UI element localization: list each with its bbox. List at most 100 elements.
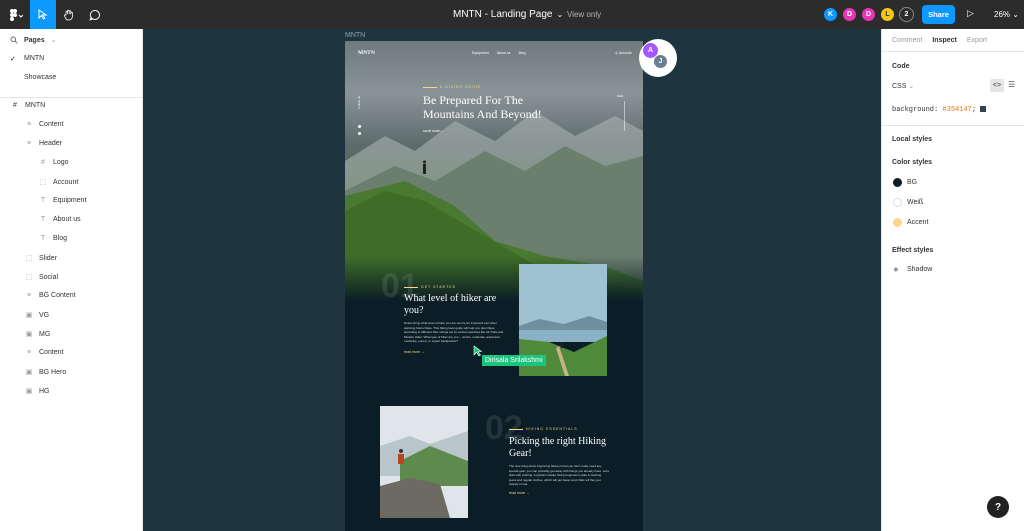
nav-link-blog: Blog [518,51,526,55]
dashed-frame-icon: ⬚ [39,179,47,186]
nav-link-equipment: Equipment [472,51,489,55]
color-style-name[interactable]: BG [907,179,917,186]
zoom-value: 26% [994,10,1011,19]
chevron-down-icon: ⌄ [908,83,915,90]
layer-item[interactable]: T Equipment [38,197,87,204]
layer-label: About us [53,216,81,223]
search-icon[interactable] [10,36,18,44]
code-value: #354147 [942,106,972,114]
layer-item[interactable]: # Logo [38,159,69,166]
comment-bubble-icon [89,9,100,21]
pages-header[interactable]: Pages ⌄ [10,36,57,44]
help-button[interactable]: ? [987,496,1009,518]
section-kicker-text: HIKING ESSENTIALS [526,427,578,431]
section-kicker-text: GET STARTED [421,285,457,289]
more-collaborators-badge[interactable]: 2 [899,7,914,22]
layer-label: Logo [53,159,69,166]
collaborator-avatar[interactable]: D [842,7,857,22]
panel-divider [882,51,1024,52]
layer-item[interactable]: ⬚ Slider [24,254,57,263]
tab-export[interactable]: Export [967,37,987,44]
accent-line [423,86,437,88]
share-button[interactable]: Share [922,5,955,24]
canvas-avatar-group[interactable]: A J [639,39,677,77]
file-title[interactable]: MNTN - Landing Page ⌄ [453,9,563,20]
color-style-name[interactable]: Weiß [907,199,923,206]
zoom-dropdown[interactable]: 26% ⌄ [994,10,1019,19]
collaborator-avatar[interactable]: L [880,7,895,22]
list-view-icon[interactable]: ☰ [1008,80,1015,89]
image-icon: ▣ [25,312,33,319]
dashed-frame-icon: ⬚ [25,255,33,262]
collaborator-avatar[interactable]: K [823,7,838,22]
layer-item[interactable]: T Blog [38,235,67,242]
move-tool-button[interactable] [30,0,56,29]
hero-section: MNTN Equipment About us Blog ◎ Account A… [345,41,643,301]
layer-frame-mntn[interactable]: # MNTN [10,102,45,109]
tab-comment[interactable]: Comment [892,37,922,44]
code-view-toggle-icon[interactable]: <> [990,79,1004,92]
site-logo: MNTN [358,50,375,56]
layer-item[interactable]: ≡ Content [24,349,64,356]
present-play-icon[interactable]: ▷ [967,8,974,19]
layer-label: Header [39,140,62,147]
landing-page-frame[interactable]: MNTN Equipment About us Blog ◎ Account A… [345,41,643,531]
layer-item[interactable]: ▣ BG Hero [24,368,67,377]
code-language-dropdown[interactable]: CSS ⌄ [892,82,914,90]
layer-item[interactable]: ≡ BG Content [24,292,76,299]
layer-label: MNTN [25,102,46,109]
file-title-text: MNTN - Landing Page [453,9,553,20]
image-icon: ▣ [25,331,33,338]
hand-tool-button[interactable] [56,0,82,29]
layer-item[interactable]: ⬚ Account [38,178,79,187]
color-swatch [893,218,902,227]
inspect-panel: Comment Inspect Export Code CSS ⌄ <> ☰ b… [881,29,1024,531]
color-chip [980,106,987,113]
page-item-mntn[interactable]: MNTN [24,55,44,62]
multiplayer-cursor-label: Dirisala Srilakshmi [482,355,546,366]
effect-style-name[interactable]: Shadow [907,266,932,273]
layer-label: Account [53,178,79,186]
layer-item[interactable]: ▣ MG [24,330,51,339]
layers-panel: Pages ⌄ ✓ MNTN Showcase # MNTN ≡ Content … [0,29,143,531]
layer-item[interactable]: ≡ Content [24,121,64,128]
layer-label: BG Content [39,292,76,299]
read-more-text: read more [509,491,525,495]
frame-name-label[interactable]: MNTN [345,32,365,39]
section-body: Determining what level of hiker you are … [404,321,504,343]
tab-inspect[interactable]: Inspect [932,37,957,44]
layer-item[interactable]: ≡ Header [24,140,62,147]
section-body: The nice thing about beginning hiking is… [509,464,609,486]
sun-effect-icon: ✳ [893,267,899,274]
collaborator-avatar[interactable]: J [653,54,668,69]
top-toolbar: MNTN - Landing Page ⌄ View only K D D L 2… [0,0,1024,29]
figma-menu-button[interactable] [0,0,30,29]
panel-divider [882,125,1024,126]
section-kicker: HIKING ESSENTIALS [509,427,578,431]
code-snippet[interactable]: background: #354147; [892,106,987,114]
layout-lines-icon: ≡ [26,349,32,356]
layer-item[interactable]: ⬚ Social [24,273,58,282]
section-title: What level of hiker are you? [404,293,497,316]
collaborator-avatar[interactable]: D [861,7,876,22]
site-nav: Equipment About us Blog [472,51,526,55]
layer-label: BG Hero [39,368,67,376]
page-item-showcase[interactable]: Showcase [24,74,56,81]
accent-line [509,428,523,430]
color-style-name[interactable]: Accent [907,219,928,226]
slider-start-label: Start [617,94,624,98]
layer-label: Blog [53,235,68,242]
hiker-photo-image [380,406,468,518]
layer-item[interactable]: T About us [38,216,81,223]
section-title: Picking the right Hiking Gear! [509,436,606,459]
layer-item[interactable]: ▣ VG [24,311,49,320]
design-canvas[interactable]: MNTN MNTN Equipment About us Blog ◎ Acco… [143,29,881,531]
layout-lines-icon: ≡ [26,292,32,299]
comment-tool-button[interactable] [82,0,108,29]
hero-scroll-text: scroll down [423,129,441,133]
panel-divider [0,97,143,98]
layer-label: Slider [39,254,57,262]
image-icon: ▣ [25,369,33,376]
layer-item[interactable]: ▣ HG [24,387,50,396]
color-styles-header: Color styles [892,159,933,166]
